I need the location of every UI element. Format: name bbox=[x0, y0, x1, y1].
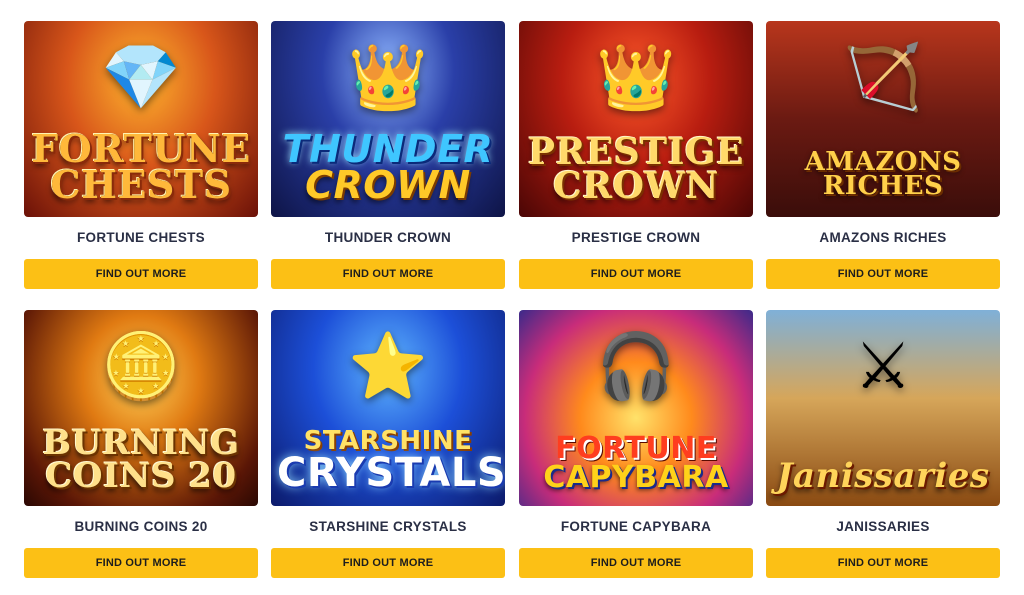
game-logo-line1: PRESTIGE bbox=[527, 130, 745, 173]
game-logo-line1: Janissaries bbox=[776, 455, 990, 496]
game-logo: AMAZONS RICHES bbox=[766, 149, 1000, 217]
game-logo-line1: BURNING bbox=[42, 423, 240, 464]
find-out-more-button[interactable]: FIND OUT MORE bbox=[271, 548, 505, 578]
find-out-more-button[interactable]: FIND OUT MORE bbox=[766, 548, 1000, 578]
headphones-art: 🎧 bbox=[596, 329, 676, 402]
game-card-fortune-capybara: 🎧 FORTUNE CAPYBARA FORTUNE CAPYBARA FIND… bbox=[519, 310, 753, 578]
game-card-thunder-crown: 👑 THUNDER CROWN THUNDER CROWN FIND OUT M… bbox=[271, 21, 505, 289]
swords-art: ⚔ bbox=[854, 329, 912, 402]
find-out-more-button[interactable]: FIND OUT MORE bbox=[271, 259, 505, 289]
game-title: AMAZONS RICHES bbox=[819, 230, 947, 245]
game-card-starshine-crystals: ⭐ STARSHINE CRYSTALS STARSHINE CRYSTALS … bbox=[271, 310, 505, 578]
game-logo-line2: RICHES bbox=[822, 171, 944, 202]
game-title: BURNING COINS 20 bbox=[74, 519, 208, 534]
find-out-more-button[interactable]: FIND OUT MORE bbox=[519, 259, 753, 289]
game-thumbnail-fortune-chests[interactable]: 💎 FORTUNE CHESTS bbox=[24, 21, 258, 217]
game-thumbnail-burning-coins-20[interactable]: 🪙 BURNING COINS 20 bbox=[24, 310, 258, 506]
game-thumbnail-starshine-crystals[interactable]: ⭐ STARSHINE CRYSTALS bbox=[271, 310, 505, 506]
game-thumbnail-thunder-crown[interactable]: 👑 THUNDER CROWN bbox=[271, 21, 505, 217]
game-title: THUNDER CROWN bbox=[324, 230, 452, 245]
game-logo: FORTUNE CAPYBARA bbox=[519, 434, 753, 506]
crown-art: 👑 bbox=[596, 40, 676, 113]
warriors-art: 🏹 bbox=[843, 40, 923, 113]
game-title: FORTUNE CAPYBARA bbox=[560, 519, 712, 534]
game-logo-line2: CROWN bbox=[553, 164, 719, 207]
find-out-more-button[interactable]: FIND OUT MORE bbox=[24, 548, 258, 578]
star-art: ⭐ bbox=[348, 329, 428, 402]
find-out-more-button[interactable]: FIND OUT MORE bbox=[766, 259, 1000, 289]
game-title: JANISSARIES bbox=[836, 519, 930, 534]
game-logo-line2: CAPYBARA bbox=[543, 459, 729, 495]
game-card-prestige-crown: 👑 PRESTIGE CROWN PRESTIGE CROWN FIND OUT… bbox=[519, 21, 753, 289]
game-logo-line2: COINS 20 bbox=[45, 455, 237, 496]
game-logo: FORTUNE CHESTS bbox=[24, 129, 258, 217]
find-out-more-button[interactable]: FIND OUT MORE bbox=[519, 548, 753, 578]
game-card-janissaries: ⚔ Janissaries JANISSARIES FIND OUT MORE bbox=[766, 310, 1000, 578]
game-logo: THUNDER CROWN bbox=[271, 126, 505, 217]
game-logo-line2: CROWN bbox=[305, 162, 471, 207]
gold-coin-art: 🪙 bbox=[101, 329, 181, 402]
game-grid: 💎 FORTUNE CHESTS FORTUNE CHESTS FIND OUT… bbox=[0, 0, 1024, 595]
game-title: FORTUNE CHESTS bbox=[77, 230, 205, 245]
game-thumbnail-amazons-riches[interactable]: 🏹 AMAZONS RICHES bbox=[766, 21, 1000, 217]
treasure-chest-art: 💎 bbox=[101, 40, 181, 113]
game-logo: PRESTIGE CROWN bbox=[519, 130, 753, 217]
game-title: PRESTIGE CROWN bbox=[571, 230, 701, 245]
game-card-fortune-chests: 💎 FORTUNE CHESTS FORTUNE CHESTS FIND OUT… bbox=[24, 21, 258, 289]
game-thumbnail-janissaries[interactable]: ⚔ Janissaries bbox=[766, 310, 1000, 506]
game-logo: Janissaries bbox=[766, 455, 1000, 506]
game-card-burning-coins-20: 🪙 BURNING COINS 20 BURNING COINS 20 FIND… bbox=[24, 310, 258, 578]
game-logo: STARSHINE CRYSTALS bbox=[271, 428, 505, 506]
game-logo-line2: CHESTS bbox=[50, 161, 232, 207]
game-card-amazons-riches: 🏹 AMAZONS RICHES AMAZONS RICHES FIND OUT… bbox=[766, 21, 1000, 289]
game-logo-line1: THUNDER bbox=[282, 126, 494, 171]
game-thumbnail-prestige-crown[interactable]: 👑 PRESTIGE CROWN bbox=[519, 21, 753, 217]
game-logo-line2: CRYSTALS bbox=[277, 450, 505, 496]
game-logo: BURNING COINS 20 bbox=[24, 423, 258, 506]
game-thumbnail-fortune-capybara[interactable]: 🎧 FORTUNE CAPYBARA bbox=[519, 310, 753, 506]
game-title: STARSHINE CRYSTALS bbox=[309, 519, 467, 534]
crown-art: 👑 bbox=[348, 40, 428, 113]
find-out-more-button[interactable]: FIND OUT MORE bbox=[24, 259, 258, 289]
